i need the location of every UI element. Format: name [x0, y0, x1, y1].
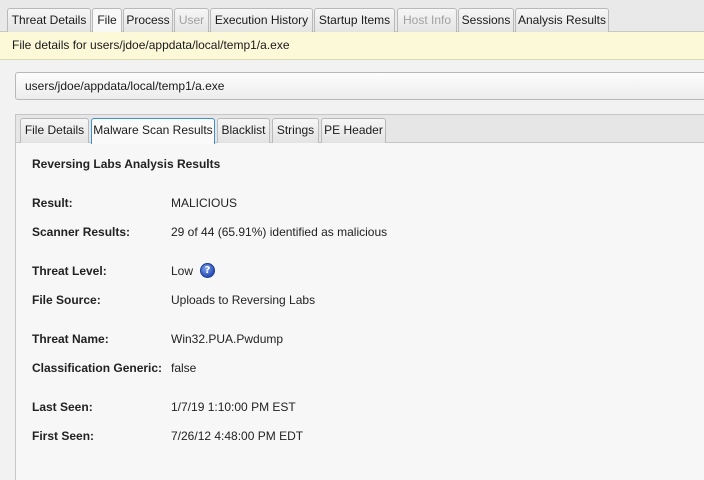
file-source-label: File Source: [32, 293, 101, 307]
classification-generic-value: false [171, 361, 197, 375]
scanner-results-value: 29 of 44 (65.91%) identified as maliciou… [171, 225, 388, 239]
first-seen-value: 7/26/12 4:48:00 PM EDT [171, 429, 304, 443]
tab-execution-history[interactable]: Execution History [210, 8, 313, 32]
tab-file[interactable]: File [92, 8, 122, 33]
file-source-value: Uploads to Reversing Labs [171, 293, 316, 307]
tab-process[interactable]: Process [123, 8, 173, 32]
file-detail-tab-bar: File Details Malware Scan Results Blackl… [16, 115, 704, 144]
tab-file-details[interactable]: File Details [20, 118, 89, 143]
last-seen-label: Last Seen: [32, 400, 93, 414]
main-tab-bar: Threat Details File Process User Executi… [0, 0, 704, 33]
first-seen-label: First Seen: [32, 429, 95, 443]
threat-level-value: Low [171, 264, 194, 278]
classification-generic-label: Classification Generic: [32, 361, 163, 375]
last-seen-value: 1/7/19 1:10:00 PM EST [171, 400, 296, 414]
threat-name-value: Win32.PUA.Pwdump [171, 332, 284, 346]
tab-analysis-results[interactable]: Analysis Results [515, 8, 609, 32]
result-label: Result: [32, 196, 73, 210]
help-icon[interactable]: ? [200, 263, 215, 278]
tab-user[interactable]: User [174, 8, 209, 32]
tab-host-info[interactable]: Host Info [397, 8, 457, 32]
threat-name-label: Threat Name: [32, 332, 109, 346]
tab-startup-items[interactable]: Startup Items [314, 8, 395, 32]
file-details-info-bar: File details for users/jdoe/appdata/loca… [0, 32, 704, 60]
tab-pe-header[interactable]: PE Header [321, 118, 386, 143]
file-path-field[interactable]: users/jdoe/appdata/local/temp1/a.exe [15, 72, 704, 100]
tab-threat-details[interactable]: Threat Details [7, 8, 91, 32]
threat-level-label: Threat Level: [32, 264, 107, 278]
scanner-results-label: Scanner Results: [32, 225, 131, 239]
section-title: Reversing Labs Analysis Results [32, 157, 221, 171]
tab-blacklist[interactable]: Blacklist [217, 118, 270, 143]
tab-malware-scan-results[interactable]: Malware Scan Results [91, 118, 215, 144]
tab-strings[interactable]: Strings [272, 118, 319, 143]
tab-sessions[interactable]: Sessions [458, 8, 514, 32]
result-value: MALICIOUS [171, 196, 238, 210]
